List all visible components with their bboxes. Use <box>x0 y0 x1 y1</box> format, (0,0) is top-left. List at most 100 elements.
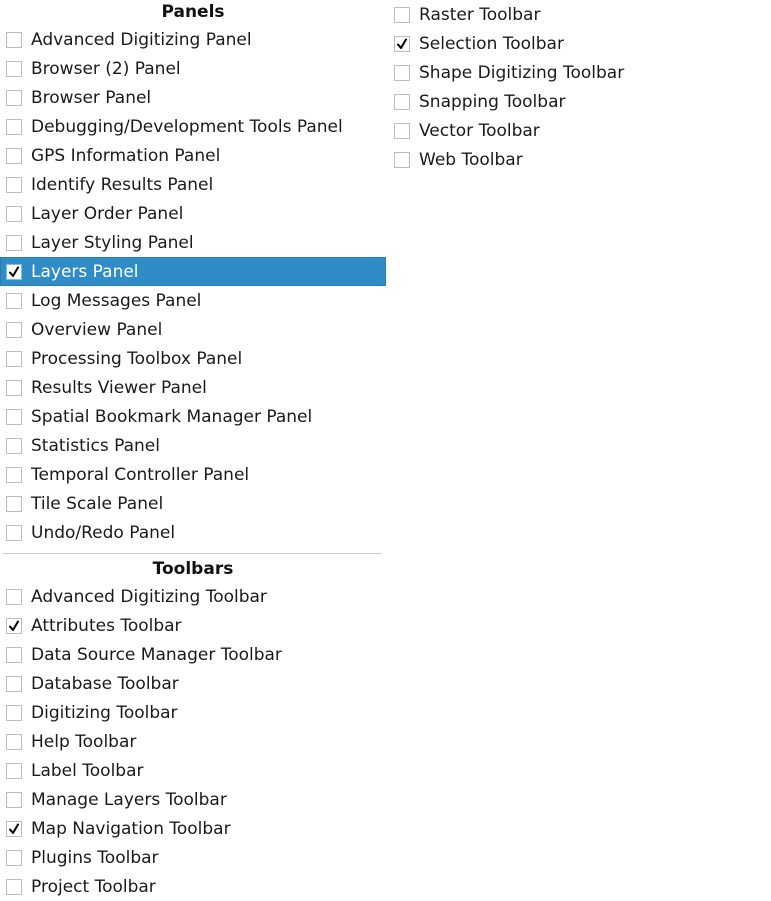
menu-item-label: Identify Results Panel <box>31 174 214 195</box>
checkbox-unchecked[interactable] <box>394 93 410 110</box>
checkbox-unchecked[interactable] <box>6 791 22 808</box>
menu-item-attributes-toolbar[interactable]: Attributes Toolbar <box>0 611 386 640</box>
checkbox-unchecked[interactable] <box>6 437 22 454</box>
checkbox-unchecked[interactable] <box>6 379 22 396</box>
menu-item-advanced-digitizing-panel[interactable]: Advanced Digitizing Panel <box>0 25 386 54</box>
menu-item-plugins-toolbar[interactable]: Plugins Toolbar <box>0 843 386 872</box>
menu-item-digitizing-toolbar[interactable]: Digitizing Toolbar <box>0 698 386 727</box>
checkbox-unchecked[interactable] <box>6 849 22 866</box>
menu-item-label: Attributes Toolbar <box>31 615 182 636</box>
menu-item-map-navigation-toolbar[interactable]: Map Navigation Toolbar <box>0 814 386 843</box>
menu-item-label: Advanced Digitizing Panel <box>31 29 252 50</box>
checkmark-icon <box>9 823 19 834</box>
checkbox-unchecked[interactable] <box>6 733 22 750</box>
menu-item-label: Temporal Controller Panel <box>31 464 250 485</box>
panels-list: Advanced Digitizing Panel Browser (2) Pan… <box>0 25 386 547</box>
menu-item-label: Help Toolbar <box>31 731 137 752</box>
menu-item-processing-toolbox-panel[interactable]: Processing Toolbox Panel <box>0 344 386 373</box>
checkbox-unchecked[interactable] <box>6 495 22 512</box>
menu-column-left: Panels Advanced Digitizing Panel Browser … <box>0 0 386 901</box>
menu-item-label: Label Toolbar <box>31 760 144 781</box>
menu-item-debugging-development-tools-panel[interactable]: Debugging/Development Tools Panel <box>0 112 386 141</box>
checkmark-icon <box>397 38 407 49</box>
checkbox-unchecked[interactable] <box>6 350 22 367</box>
checkbox-unchecked[interactable] <box>6 408 22 425</box>
checkbox-unchecked[interactable] <box>394 122 410 139</box>
menu-item-label: Digitizing Toolbar <box>31 702 178 723</box>
menu-item-label: Tile Scale Panel <box>31 493 164 514</box>
menu-item-snapping-toolbar[interactable]: Snapping Toolbar <box>388 87 771 116</box>
checkbox-checked[interactable] <box>6 617 22 634</box>
menu-item-label: Processing Toolbox Panel <box>31 348 243 369</box>
menu-item-label: Statistics Panel <box>31 435 160 456</box>
checkmark-icon <box>9 266 19 277</box>
checkbox-unchecked[interactable] <box>6 704 22 721</box>
checkbox-unchecked[interactable] <box>6 466 22 483</box>
checkbox-unchecked[interactable] <box>6 588 22 605</box>
menu-item-layer-styling-panel[interactable]: Layer Styling Panel <box>0 228 386 257</box>
menu-item-data-source-manager-toolbar[interactable]: Data Source Manager Toolbar <box>0 640 386 669</box>
menu-item-selection-toolbar[interactable]: Selection Toolbar <box>388 29 771 58</box>
menu-item-label: Vector Toolbar <box>419 120 540 141</box>
checkbox-unchecked[interactable] <box>6 147 22 164</box>
checkbox-unchecked[interactable] <box>394 6 410 23</box>
menu-item-label: Undo/Redo Panel <box>31 522 176 543</box>
checkbox-checked[interactable] <box>394 35 410 52</box>
menu-item-spatial-bookmark-manager-panel[interactable]: Spatial Bookmark Manager Panel <box>0 402 386 431</box>
checkbox-unchecked[interactable] <box>6 646 22 663</box>
menu-item-label: Database Toolbar <box>31 673 179 694</box>
menu-item-label: Layers Panel <box>31 261 139 282</box>
checkbox-unchecked[interactable] <box>6 89 22 106</box>
checkbox-unchecked[interactable] <box>6 176 22 193</box>
menu-item-label: Plugins Toolbar <box>31 847 159 868</box>
menu-item-label: Debugging/Development Tools Panel <box>31 116 343 137</box>
menu-item-statistics-panel[interactable]: Statistics Panel <box>0 431 386 460</box>
menu-item-gps-information-panel[interactable]: GPS Information Panel <box>0 141 386 170</box>
checkbox-unchecked[interactable] <box>6 205 22 222</box>
menu-item-label: Data Source Manager Toolbar <box>31 644 282 665</box>
menu-item-identify-results-panel[interactable]: Identify Results Panel <box>0 170 386 199</box>
menu-item-undo-redo-panel[interactable]: Undo/Redo Panel <box>0 518 386 547</box>
menu-item-label: Overview Panel <box>31 319 163 340</box>
menu-item-vector-toolbar[interactable]: Vector Toolbar <box>388 116 771 145</box>
menu-item-web-toolbar[interactable]: Web Toolbar <box>388 145 771 174</box>
menu-item-label: Manage Layers Toolbar <box>31 789 227 810</box>
checkbox-unchecked[interactable] <box>6 292 22 309</box>
menu-item-help-toolbar[interactable]: Help Toolbar <box>0 727 386 756</box>
menu-item-database-toolbar[interactable]: Database Toolbar <box>0 669 386 698</box>
menu-item-label-toolbar[interactable]: Label Toolbar <box>0 756 386 785</box>
menu-item-manage-layers-toolbar[interactable]: Manage Layers Toolbar <box>0 785 386 814</box>
menu-item-results-viewer-panel[interactable]: Results Viewer Panel <box>0 373 386 402</box>
menu-item-browser-panel[interactable]: Browser Panel <box>0 83 386 112</box>
checkbox-unchecked[interactable] <box>6 675 22 692</box>
panels-section-header: Panels <box>161 2 225 22</box>
menu-item-shape-digitizing-toolbar[interactable]: Shape Digitizing Toolbar <box>388 58 771 87</box>
menu-item-advanced-digitizing-toolbar[interactable]: Advanced Digitizing Toolbar <box>0 582 386 611</box>
checkbox-unchecked[interactable] <box>6 878 22 895</box>
checkbox-unchecked[interactable] <box>6 60 22 77</box>
checkbox-unchecked[interactable] <box>6 234 22 251</box>
menu-item-browser-2-panel[interactable]: Browser (2) Panel <box>0 54 386 83</box>
menu-item-temporal-controller-panel[interactable]: Temporal Controller Panel <box>0 460 386 489</box>
menu-item-log-messages-panel[interactable]: Log Messages Panel <box>0 286 386 315</box>
checkbox-checked[interactable] <box>6 820 22 837</box>
menu-item-overview-panel[interactable]: Overview Panel <box>0 315 386 344</box>
checkbox-unchecked[interactable] <box>6 524 22 541</box>
menu-item-label: Selection Toolbar <box>419 33 564 54</box>
menu-item-label: Advanced Digitizing Toolbar <box>31 586 267 607</box>
checkbox-checked[interactable] <box>6 263 22 280</box>
menu-item-raster-toolbar[interactable]: Raster Toolbar <box>388 0 771 29</box>
menu-item-project-toolbar[interactable]: Project Toolbar <box>0 872 386 901</box>
menu-item-label: Map Navigation Toolbar <box>31 818 231 839</box>
checkbox-unchecked[interactable] <box>6 31 22 48</box>
checkbox-unchecked[interactable] <box>6 321 22 338</box>
menu-item-tile-scale-panel[interactable]: Tile Scale Panel <box>0 489 386 518</box>
menu-item-layer-order-panel[interactable]: Layer Order Panel <box>0 199 386 228</box>
checkbox-unchecked[interactable] <box>394 151 410 168</box>
checkbox-unchecked[interactable] <box>394 64 410 81</box>
checkbox-unchecked[interactable] <box>6 762 22 779</box>
menu-item-label: Layer Order Panel <box>31 203 184 224</box>
checkbox-unchecked[interactable] <box>6 118 22 135</box>
menu-item-label: Shape Digitizing Toolbar <box>419 62 625 83</box>
menu-item-layers-panel[interactable]: Layers Panel <box>0 257 386 286</box>
